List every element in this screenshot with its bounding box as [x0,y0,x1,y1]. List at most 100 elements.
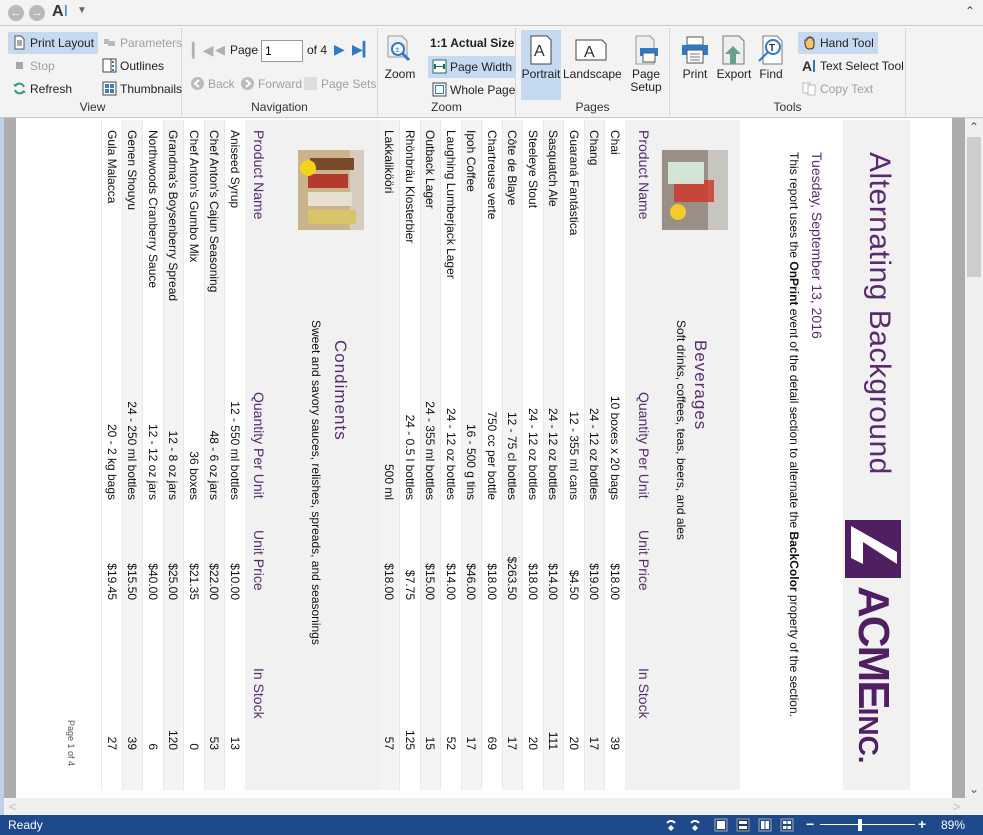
desc-bold-backcolor: BackColor [787,531,801,592]
table-row: Sasquatch Ale 24 - 12 oz bottles $14.00 111 [543,120,564,790]
quantity-cell: 24 - 12 oz bottles [546,407,561,500]
in-stock-cell: 39 [608,736,622,750]
zoom-slider[interactable] [820,824,915,825]
unit-price-cell: $15.50 [125,563,140,600]
vertical-scroll-thumb[interactable] [967,137,981,277]
product-name-cell: Côte de Blaye [505,130,520,206]
facing-pages-view-icon[interactable] [758,818,772,832]
unit-price-cell: $10.00 [228,563,242,600]
back-button[interactable]: Back [186,73,239,95]
unit-price-cell: $7.75 [403,569,417,600]
zoom-in-button[interactable]: + [918,816,926,832]
rotate-left-icon[interactable] [664,818,678,832]
portrait-label: Portrait [521,67,561,81]
in-stock-cell: 15 [423,736,438,750]
quantity-cell: 24 - 0.5 l bottles [403,414,417,500]
in-stock-cell: 17 [505,736,520,750]
page-width-label: Page Width [450,60,513,74]
report-viewer-window: ← → AI ▼ ⌃ Print Layout Stop Refresh Par… [0,0,983,835]
print-button[interactable]: Print [678,30,712,100]
page-setup-button[interactable]: Page Setup [626,30,666,100]
hand-tool-button[interactable]: Hand Tool [798,32,878,54]
table-row: Guaraná Fantástica 12 - 355 ml cans $4.50 2… [563,120,584,790]
stop-button[interactable]: Stop [8,55,59,77]
table-row: Ipoh Coffee 16 - 500 g tins $46.00 17 [461,120,482,790]
quantity-cell: 24 - 250 ml bottles [125,401,140,500]
thumbnails-button[interactable]: Thumbnails [98,78,186,100]
report-date: Tuesday, September 13, 2016 [809,152,825,339]
text-select-tool-button[interactable]: A Text Select Tool [798,55,908,77]
logo-suffix: INC. [853,707,884,764]
product-name-cell: Chang [587,130,602,166]
previous-page-icon[interactable]: ◀ [215,42,225,58]
page-width-button[interactable]: Page Width [428,56,517,78]
horizontal-scrollbar[interactable]: < > [4,798,965,815]
unit-price-cell: $25.00 [166,563,181,600]
back-arrow-icon[interactable]: ← [8,5,24,21]
vertical-scrollbar[interactable]: ⌃ ⌄ [965,118,983,798]
collapse-ribbon-icon[interactable]: ⌃ [965,4,975,18]
multi-page-view-icon[interactable] [780,818,794,832]
page-label: Page [230,43,259,57]
unit-price-cell: $18.00 [485,563,499,600]
rotate-right-icon[interactable] [688,818,702,832]
quantity-cell: 24 - 12 oz bottles [587,407,602,500]
scroll-left-icon[interactable]: < [4,798,21,815]
zoom-percent: 89% [941,818,966,832]
first-page-icon[interactable]: ▎◀ [192,42,214,59]
portrait-button[interactable]: A Portrait [521,30,561,100]
print-label: Print [682,67,708,81]
whole-page-button[interactable]: Whole Page [428,79,519,101]
zoom-out-button[interactable]: − [806,816,814,832]
zoom-magnifier-icon: ± [387,35,411,62]
scrollbar-corner [965,798,983,815]
export-button[interactable]: Export [716,30,752,100]
print-layout-label: Print Layout [30,36,95,50]
outlines-button[interactable]: Outlines [98,55,168,77]
landscape-button[interactable]: A Landscape [563,30,622,100]
page-number-input[interactable] [261,40,303,62]
text-select-icon[interactable]: AI [52,3,68,21]
category-name: Beverages [691,340,710,431]
copy-text-button[interactable]: Copy Text [798,78,877,100]
report-page: Alternating Background ACMEINC. Tuesday,… [16,120,910,790]
quantity-cell: 48 - 6 oz jars [207,430,222,500]
page-count-label: of 4 [307,43,328,57]
page-sets-icon [304,77,317,90]
report-description: This report uses the OnPrint event of th… [787,152,801,752]
forward-arrow-icon[interactable]: → [29,5,45,21]
unit-price-cell: $18.00 [608,563,622,600]
export-icon [722,35,745,65]
whole-page-icon [432,82,447,97]
table-row: Côte de Blaye 12 - 75 cl bottles $263.50 17 [502,120,523,790]
zoom-slider-thumb[interactable] [858,819,862,831]
unit-price-cell: $14.00 [444,563,458,600]
last-page-icon[interactable]: ▶▎ [352,41,374,58]
refresh-button[interactable]: Refresh [8,78,76,100]
desc-part: property of the section. [787,591,801,717]
page-sets-button[interactable]: Page Sets [299,73,380,95]
product-name-cell: Rhönbräu Klosterbier [403,130,417,244]
parameters-button[interactable]: Parameters [98,32,186,54]
forward-button[interactable]: Forward [236,73,306,95]
continuous-view-icon[interactable] [736,818,750,832]
in-stock-cell: 6 [146,743,160,750]
customize-dropdown-icon[interactable]: ▼ [77,5,87,16]
single-page-view-icon[interactable] [714,818,728,832]
actual-size-button[interactable]: 1:1 Actual Size [430,36,514,50]
scroll-right-icon[interactable]: > [948,798,965,815]
table-row: Chai 10 boxes x 20 bags $18.00 39 [604,120,625,790]
scroll-up-icon[interactable]: ⌃ [965,118,983,136]
product-name-cell: Chartreuse verte [485,130,499,220]
print-layout-button[interactable]: Print Layout [8,32,99,54]
product-name-cell: Chef Anton's Cajun Seasoning [207,130,222,293]
scroll-down-icon[interactable]: ⌄ [965,780,983,798]
zoom-button[interactable]: ± Zoom [381,30,419,100]
category-name: Condiments [331,340,350,441]
hand-tool-label: Hand Tool [820,36,874,50]
find-button[interactable]: T Find [756,30,786,100]
table-row: Laughing Lumberjack Lager 24 - 12 oz bott… [440,120,461,790]
table-row: Lakkalikööri 500 ml $18.00 57 [379,120,400,790]
navigation-group-label: Navigation [251,100,308,114]
next-page-icon[interactable]: ▶ [334,41,345,58]
